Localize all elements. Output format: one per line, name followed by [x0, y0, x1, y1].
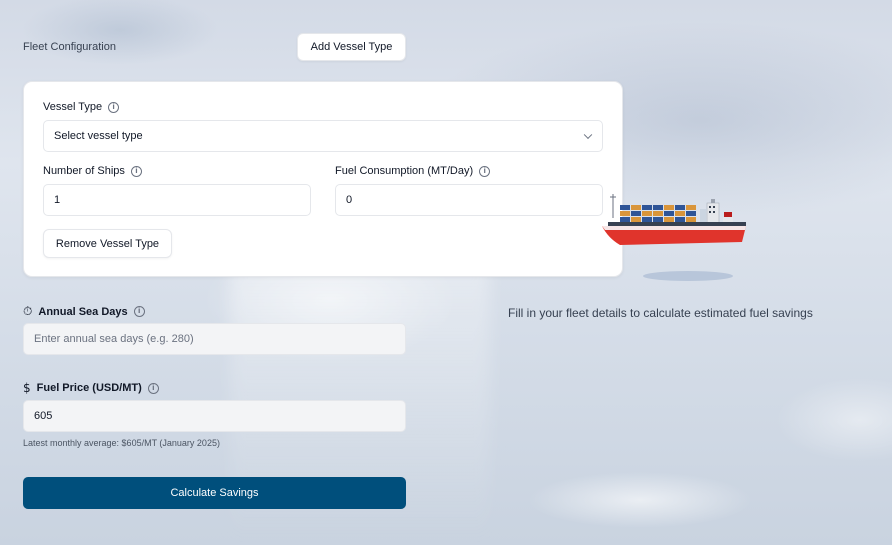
calculate-savings-button[interactable]: Calculate Savings	[23, 477, 406, 509]
vessel-type-label: Vessel Type i	[43, 101, 120, 113]
dollar-icon: $	[23, 381, 31, 395]
vessel-type-select[interactable]: Select vessel type	[43, 120, 603, 152]
info-icon[interactable]: i	[133, 306, 145, 317]
fuel-price-label-text: Fuel Price (USD/MT)	[36, 382, 142, 394]
info-icon[interactable]: i	[130, 165, 142, 177]
info-icon[interactable]: i	[108, 101, 120, 113]
annual-sea-days-input[interactable]: Enter annual sea days (e.g. 280)	[23, 323, 406, 355]
annual-sea-days-label-text: Annual Sea Days	[38, 305, 128, 318]
fuel-consumption-label-text: Fuel Consumption (MT/Day)	[335, 165, 474, 177]
fuel-price-input[interactable]: 605	[23, 400, 406, 432]
vessel-type-label-text: Vessel Type	[43, 101, 103, 113]
chevron-down-icon	[583, 130, 593, 140]
number-of-ships-value: 1	[54, 194, 61, 206]
remove-vessel-type-button[interactable]: Remove Vessel Type	[43, 229, 172, 258]
fuel-consumption-input[interactable]: 0	[335, 184, 603, 216]
vessel-type-card: Vessel Type i Select vessel type Number …	[23, 81, 623, 277]
vessel-type-select-value: Select vessel type	[54, 130, 143, 142]
info-icon[interactable]: i	[479, 165, 491, 177]
number-of-ships-input[interactable]: 1	[43, 184, 311, 216]
fuel-price-label: $ Fuel Price (USD/MT) i	[23, 381, 159, 395]
fleet-configuration-label: Fleet Configuration	[23, 41, 116, 53]
annual-sea-days-label: ⏱ Annual Sea Days i	[23, 304, 145, 319]
fuel-price-value: 605	[34, 410, 53, 422]
number-of-ships-label: Number of Ships i	[43, 165, 142, 177]
add-vessel-type-button[interactable]: Add Vessel Type	[297, 33, 406, 61]
container-ship-illustration	[602, 194, 746, 281]
number-of-ships-label-text: Number of Ships	[43, 165, 125, 177]
info-icon[interactable]: i	[147, 382, 159, 394]
annual-sea-days-placeholder: Enter annual sea days (e.g. 280)	[34, 333, 194, 345]
stopwatch-icon: ⏱	[23, 304, 33, 318]
fuel-consumption-label: Fuel Consumption (MT/Day) i	[335, 165, 491, 177]
fuel-consumption-value: 0	[346, 194, 353, 206]
fuel-price-hint: Latest monthly average: $605/MT (January…	[23, 438, 220, 448]
results-empty-message: Fill in your fleet details to calculate …	[508, 306, 813, 320]
